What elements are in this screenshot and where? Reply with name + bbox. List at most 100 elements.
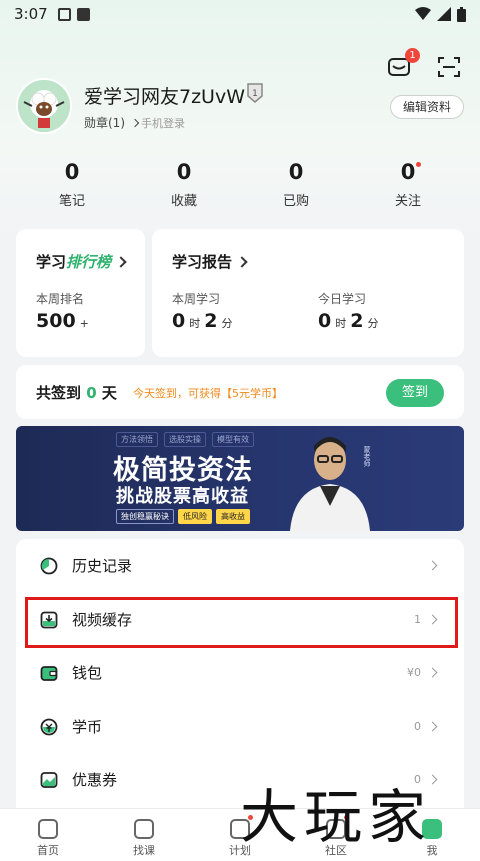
week-minutes: 2 xyxy=(204,310,218,332)
scan-button[interactable] xyxy=(436,54,462,80)
hour-unit: 时 xyxy=(335,317,347,330)
wifi-icon xyxy=(415,7,431,20)
chevron-right-icon xyxy=(236,256,248,268)
chevron-right-icon xyxy=(115,256,127,268)
week-rank-value: 500 + xyxy=(36,310,93,332)
wallet-icon xyxy=(40,665,58,681)
stat-value: 0 xyxy=(400,160,416,184)
checkin-suffix: 天 xyxy=(101,384,117,402)
message-button[interactable]: 1 xyxy=(386,48,420,80)
banner-tag: 模型有效 xyxy=(212,432,254,447)
menu-label: 钱包 xyxy=(72,664,103,682)
banner-subtitle: 挑战股票高收益 xyxy=(116,486,249,507)
notification-a-icon xyxy=(57,7,71,21)
username: 爱学习网友7zUvW xyxy=(84,86,245,108)
today-study-value: 0时2分 xyxy=(318,310,382,332)
status-time: 3:07 xyxy=(14,5,48,23)
watermark: 大玩家 xyxy=(240,783,433,851)
notification-play-icon xyxy=(76,7,90,21)
checkin-button[interactable]: 签到 xyxy=(386,379,444,407)
today-hours: 0 xyxy=(318,310,332,332)
banner-tag: 方法领悟 xyxy=(116,432,158,447)
level-badge-icon: 1 xyxy=(247,83,263,103)
ranking-title-b: 排行榜 xyxy=(66,253,112,271)
week-study-label: 本周学习 xyxy=(172,292,221,306)
menu-label: 优惠券 xyxy=(72,771,118,789)
chevron-right-icon xyxy=(427,560,438,571)
signal-icon xyxy=(437,7,451,21)
message-badge: 1 xyxy=(405,48,420,63)
banner-chip: 低风险 xyxy=(178,509,212,524)
top-actions: 1 xyxy=(386,48,462,80)
battery-icon xyxy=(457,6,466,22)
stats-row: 0 笔记 0 收藏 0 已购 0 关注 xyxy=(0,160,480,209)
menu-wallet[interactable]: 钱包 ¥0 xyxy=(16,646,464,699)
menu-value: ¥0 xyxy=(407,666,421,679)
status-bar: 3:07 xyxy=(0,0,480,28)
checkin-tip: 今天签到，可获得【5元学币】 xyxy=(133,387,283,400)
stat-value: 0 xyxy=(176,160,192,184)
report-title-text: 学习报告 xyxy=(172,253,233,271)
week-rank-label: 本周排名 xyxy=(36,292,85,306)
stat-purchased[interactable]: 0 已购 xyxy=(240,160,352,209)
ranking-title: 学习排行榜 xyxy=(36,251,127,272)
new-dot xyxy=(416,162,421,167)
stat-label: 收藏 xyxy=(170,194,197,209)
tab-find-course[interactable]: 找课 xyxy=(96,809,192,861)
stat-value: 0 xyxy=(64,160,80,184)
annotation-highlight-box xyxy=(25,597,458,648)
medal-link[interactable]: 勋章(1) xyxy=(84,114,140,131)
ranking-title-a: 学习 xyxy=(36,253,67,271)
home-icon xyxy=(38,819,58,839)
promo-banner[interactable]: 方法领悟 选股实操 模型有效 极简投资法 挑战股票高收益 独创稳赢秘诀 低风险 … xyxy=(16,426,464,531)
minute-unit: 分 xyxy=(367,317,379,330)
history-icon xyxy=(40,557,58,574)
medal-chevron-icon xyxy=(130,118,140,128)
tab-label: 首页 xyxy=(37,844,59,857)
stat-label: 关注 xyxy=(394,194,421,209)
medal-label: 勋章(1) xyxy=(84,116,125,130)
menu-coins[interactable]: 学币 0 xyxy=(16,700,464,753)
edit-profile-button[interactable]: 编辑资料 xyxy=(389,95,464,119)
week-hours: 0 xyxy=(172,310,186,332)
week-study-value: 0时2分 xyxy=(172,310,236,332)
avatar[interactable] xyxy=(16,78,72,134)
menu-value: 0 xyxy=(414,720,421,733)
stat-following[interactable]: 0 关注 xyxy=(352,160,464,209)
chevron-right-icon xyxy=(427,721,438,732)
menu-label: 历史记录 xyxy=(72,557,133,575)
svg-text:1: 1 xyxy=(252,89,258,99)
today-minutes: 2 xyxy=(350,310,364,332)
study-report-card[interactable]: 学习报告 本周学习 0时2分 今日学习 0时2分 xyxy=(152,229,464,357)
stat-label: 已购 xyxy=(282,194,309,209)
week-rank-suffix: + xyxy=(79,317,89,330)
banner-tags: 方法领悟 选股实操 模型有效 xyxy=(116,432,254,447)
avatar-sheep-icon xyxy=(18,80,70,132)
checkin-days: 0 xyxy=(86,384,97,402)
find-course-icon xyxy=(134,819,154,839)
ranking-card[interactable]: 学习排行榜 本周排名 500 + xyxy=(16,229,145,357)
teacher-portrait-icon xyxy=(290,437,370,531)
teacher-name: 蒙老师 xyxy=(363,446,371,467)
scan-icon xyxy=(438,57,460,77)
menu-history[interactable]: 历史记录 xyxy=(16,539,464,592)
chevron-right-icon xyxy=(427,667,438,678)
tab-home[interactable]: 首页 xyxy=(0,809,96,861)
checkin-card: 共签到 0 天 今天签到，可获得【5元学币】 签到 xyxy=(16,365,464,419)
checkin-count: 共签到 0 天 xyxy=(36,382,117,403)
login-method: 手机登录 xyxy=(141,117,185,130)
banner-tag: 选股实操 xyxy=(164,432,206,447)
coin-icon xyxy=(40,718,58,735)
stat-favorites[interactable]: 0 收藏 xyxy=(128,160,240,209)
checkin-prefix: 共签到 xyxy=(36,384,82,402)
stat-value: 0 xyxy=(288,160,304,184)
hour-unit: 时 xyxy=(189,317,201,330)
banner-chip: 高收益 xyxy=(216,509,250,524)
today-study-label: 今日学习 xyxy=(318,292,367,306)
stat-label: 笔记 xyxy=(58,194,85,209)
report-title: 学习报告 xyxy=(172,251,248,272)
stat-notes[interactable]: 0 笔记 xyxy=(16,160,128,209)
coupon-icon xyxy=(40,771,58,788)
banner-chip: 独创稳赢秘诀 xyxy=(116,509,174,524)
banner-chips: 独创稳赢秘诀 低风险 高收益 xyxy=(116,509,250,524)
